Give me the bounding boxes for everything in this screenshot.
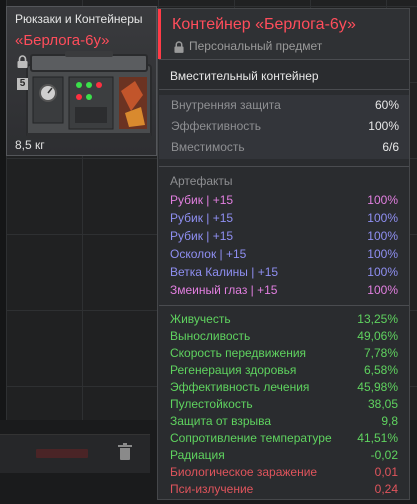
artifact-name: Змеиный глаз | +15 — [170, 283, 278, 297]
artifact-value: 100% — [367, 229, 398, 243]
stat-label: Эффективность — [171, 119, 262, 133]
effect-row: Радиация -0,02 — [170, 447, 398, 464]
effect-row: Пулестойкость 38,05 — [170, 396, 398, 413]
stat-label: Внутренняя защита — [171, 98, 281, 112]
divider — [159, 89, 409, 90]
lock-icon — [17, 55, 28, 68]
effect-value: 0,24 — [374, 482, 398, 496]
effect-name: Скорость передвижения — [170, 346, 307, 360]
effect-name: Сопротивление температуре — [170, 431, 332, 445]
effect-row: Регенерация здоровья 6,58% — [170, 362, 398, 379]
artifact-row: Рубик | +15 100% — [170, 209, 398, 227]
artifact-row: Змеиный глаз | +15 100% — [170, 281, 398, 299]
effect-name: Выносливость — [170, 329, 251, 343]
artifacts-header: Артефакты — [170, 174, 233, 188]
artifact-name: Ветка Калины | +15 — [170, 265, 279, 279]
effect-value: 45,98% — [357, 380, 398, 394]
effect-value: -0,02 — [370, 448, 398, 462]
effect-value: 49,06% — [357, 329, 398, 343]
artifact-value: 100% — [367, 265, 398, 279]
item-category: Рюкзаки и Контейнеры — [15, 12, 143, 26]
effect-value: 13,25% — [357, 312, 398, 326]
tooltip-subtitle: Персональный предмет — [189, 39, 323, 53]
effect-name: Живучесть — [170, 312, 231, 326]
effect-row: Пси-излучение 0,24 — [170, 481, 398, 498]
stat-row: Внутренняя защита 60% — [171, 96, 399, 114]
inventory-item-card[interactable]: Рюкзаки и Контейнеры «Берлога-6у» 5 8,5 … — [6, 6, 157, 156]
item-tooltip: Контейнер «Берлога-6у» Персональный пред… — [157, 8, 410, 500]
stat-row: Эффективность 100% — [171, 117, 399, 135]
divider — [159, 305, 409, 306]
container-image — [26, 51, 152, 139]
effect-name: Регенерация здоровья — [170, 363, 297, 377]
artifact-row: Рубик | +15 100% — [170, 227, 398, 245]
effect-row: Скорость передвижения 7,78% — [170, 345, 398, 362]
effect-row: Защита от взрыва 9,8 — [170, 413, 398, 430]
tooltip-title: Контейнер «Берлога-6у» — [172, 16, 356, 33]
artifact-name: Осколок | +15 — [170, 247, 247, 261]
stat-label: Вместимость — [171, 140, 245, 154]
effect-value: 0,01 — [374, 465, 398, 479]
artifact-name: Рубик | +15 — [170, 211, 234, 225]
effect-value: 9,8 — [381, 414, 398, 428]
artifact-value: 100% — [367, 247, 398, 261]
item-name: «Берлога-6у» — [15, 32, 110, 49]
effect-value: 7,78% — [363, 346, 398, 360]
effect-value: 41,51% — [357, 431, 398, 445]
artifact-row: Ветка Калины | +15 100% — [170, 263, 398, 281]
effect-row: Эффективность лечения 45,98% — [170, 379, 398, 396]
stat-row: Вместимость 6/6 — [171, 138, 399, 156]
lock-icon — [174, 41, 184, 53]
trash-icon[interactable] — [118, 443, 132, 461]
artifact-name: Рубик | +15 — [170, 229, 234, 243]
artifact-value: 100% — [367, 193, 398, 207]
artifact-row: Рубик | +15 100% — [170, 191, 398, 209]
effect-name: Эффективность лечения — [170, 380, 310, 394]
stat-value: 100% — [368, 119, 399, 133]
stats-block: Внутренняя защита 60% Эффективность 100%… — [159, 95, 409, 159]
effect-value: 6,58% — [363, 363, 398, 377]
effect-value: 38,05 — [367, 397, 398, 411]
artifact-value: 100% — [367, 283, 398, 297]
stat-value: 60% — [374, 98, 399, 112]
effect-name: Биологическое заражение — [170, 465, 318, 479]
artifact-row: Осколок | +15 100% — [170, 245, 398, 263]
item-weight: 8,5 кг — [15, 138, 45, 152]
effect-name: Пси-излучение — [170, 482, 254, 496]
stat-value: 6/6 — [382, 140, 399, 154]
effect-row: Живучесть 13,25% — [170, 311, 398, 328]
divider — [159, 59, 409, 60]
tooltip-description: Вместительный контейнер — [170, 69, 319, 83]
effect-name: Радиация — [170, 448, 225, 462]
bottom-row-bar — [36, 449, 88, 458]
item-level-badge: 5 — [17, 78, 28, 90]
effect-row: Сопротивление температуре 41,51% — [170, 430, 398, 447]
divider — [159, 166, 409, 167]
effect-name: Защита от взрыва — [170, 414, 272, 428]
effect-row: Биологическое заражение 0,01 — [170, 464, 398, 481]
artifact-name: Рубик | +15 — [170, 193, 234, 207]
artifact-value: 100% — [367, 211, 398, 225]
effect-name: Пулестойкость — [170, 397, 253, 411]
tooltip-header: Контейнер «Берлога-6у» Персональный пред… — [158, 9, 409, 59]
effect-row: Выносливость 49,06% — [170, 328, 398, 345]
